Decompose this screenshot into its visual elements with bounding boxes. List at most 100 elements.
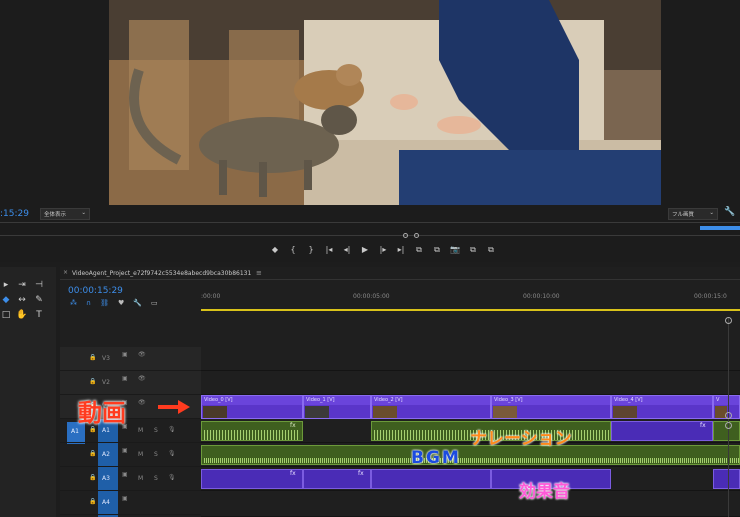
track-name: A2 — [102, 451, 110, 458]
annotation-video: 動画 — [78, 399, 126, 427]
microphone-icon[interactable]: 🎙 — [168, 474, 176, 481]
type-tool-icon[interactable]: T — [33, 309, 45, 321]
slip-tool-icon[interactable]: ↔ — [16, 294, 28, 306]
mute-button[interactable]: M — [138, 451, 143, 458]
clip-name: Video_1 [V] — [304, 396, 370, 405]
lift-button[interactable]: ⧉ — [412, 245, 426, 255]
go-to-in-button[interactable]: |◂ — [322, 245, 336, 255]
track-area-v2[interactable] — [201, 371, 740, 395]
wrench-icon[interactable]: 🔧 — [724, 207, 735, 217]
microphone-icon[interactable]: 🎙 — [168, 426, 176, 433]
sync-lock-icon[interactable]: ▣ — [122, 375, 128, 382]
sync-lock-icon[interactable]: ▣ — [122, 471, 128, 478]
selection-tool-icon[interactable]: ▸ — [0, 279, 12, 291]
scroll-handle-bottom[interactable] — [725, 422, 732, 429]
scrub-bar[interactable] — [0, 222, 740, 223]
track-header-a4[interactable]: 🔒 A4 ▣ — [60, 491, 201, 515]
eye-icon[interactable]: 👁 — [138, 351, 146, 358]
sync-lock-icon[interactable]: ▣ — [122, 351, 128, 358]
scroll-handle-mid[interactable] — [725, 412, 732, 419]
sync-lock-icon[interactable]: ▣ — [122, 447, 128, 454]
step-forward-button[interactable]: |▸ — [376, 245, 390, 255]
video-clip[interactable]: Video_2 [V] — [371, 395, 491, 419]
video-clip[interactable]: Video_1 [V] — [303, 395, 371, 419]
mark-out-button[interactable]: } — [304, 245, 318, 255]
add-marker-button[interactable]: ◆ — [268, 245, 282, 255]
fx-badge: fx — [290, 470, 296, 477]
eye-icon[interactable]: 👁 — [138, 399, 146, 406]
track-area-v1[interactable]: Video_0 [V] Video_1 [V] Video_2 [V] Vide… — [201, 395, 740, 419]
track-header-v2[interactable]: 🔒 V2 ▣ 👁 — [60, 371, 201, 395]
add-marker-icon[interactable]: ♥ — [118, 299, 124, 307]
track-name: A4 — [102, 499, 110, 506]
fit-dropdown[interactable]: 全体表示 ⌄ — [40, 208, 90, 220]
zoom-handle-right[interactable] — [414, 233, 419, 238]
time-ruler[interactable]: :00:00 00:00:05:00 00:00:10:00 00:00:15:… — [201, 287, 740, 311]
sfx-audio-clip[interactable]: fx — [201, 469, 303, 489]
sfx-audio-clip[interactable] — [371, 469, 491, 489]
track-area-a4[interactable] — [201, 491, 740, 517]
track-header-a2[interactable]: 🔒 A2 ▣ M S 🎙 — [60, 443, 201, 467]
playhead-timecode[interactable]: :15:29 — [0, 209, 29, 219]
scroll-handle-top[interactable] — [725, 317, 732, 324]
clip-name: Video_0 [V] — [202, 396, 302, 405]
lock-icon[interactable]: 🔒 — [89, 354, 96, 361]
go-to-out-button[interactable]: ▸| — [394, 245, 408, 255]
sfx-audio-clip[interactable]: fx — [303, 469, 371, 489]
video-clip[interactable]: Video_0 [V] — [201, 395, 303, 419]
fx-badge: fx — [700, 422, 706, 429]
playhead-marker[interactable] — [700, 226, 740, 230]
sequence-timecode[interactable]: 00:00:15:29 — [68, 286, 123, 296]
linked-selection-icon[interactable]: ⛓ — [100, 299, 109, 307]
captions-icon[interactable]: ▭ — [151, 299, 158, 307]
step-back-button[interactable]: ◂| — [340, 245, 354, 255]
track-area-v3[interactable] — [201, 347, 740, 371]
lock-icon[interactable]: 🔒 — [89, 378, 96, 385]
chevron-down-icon: ⌄ — [81, 210, 86, 216]
eye-icon[interactable]: 👁 — [138, 375, 146, 382]
hand-tool-icon[interactable]: ✋ — [16, 309, 28, 321]
solo-button[interactable]: S — [154, 475, 158, 482]
zoom-handle-left[interactable] — [403, 233, 408, 238]
mute-button[interactable]: M — [138, 475, 143, 482]
ripple-edit-icon[interactable]: ⊣ — [33, 279, 45, 291]
lock-icon[interactable]: 🔒 — [89, 450, 96, 457]
clip-thumbnail — [493, 406, 517, 418]
razor-tool-icon[interactable]: ◆ — [0, 294, 12, 306]
zoom-bar[interactable] — [0, 235, 740, 236]
sfx-audio-clip[interactable] — [713, 469, 740, 489]
nest-icon[interactable]: ⁂ — [70, 299, 77, 307]
export-frame-button[interactable]: 📷 — [448, 245, 462, 255]
close-icon[interactable]: × — [63, 269, 68, 276]
rectangle-tool-icon[interactable]: □ — [0, 309, 12, 321]
lock-icon[interactable]: 🔒 — [89, 474, 96, 481]
track-header-v3[interactable]: 🔒 V3 ▣ 👁 — [60, 347, 201, 371]
timeline-settings-icon[interactable]: 🔧 — [133, 299, 142, 307]
panel-menu-icon[interactable]: ≡ — [256, 269, 262, 277]
mark-in-button[interactable]: { — [286, 245, 300, 255]
compare-button[interactable]: ⧉ — [466, 245, 480, 255]
track-area-a3[interactable]: fx fx — [201, 467, 740, 491]
sequence-tab[interactable]: × VideoAgent_Project_e72f9742c5534e8abec… — [60, 267, 740, 280]
quality-dropdown[interactable]: フル画質 ⌄ — [668, 208, 718, 220]
solo-button[interactable]: S — [154, 451, 158, 458]
snap-icon[interactable]: ∩ — [86, 299, 91, 307]
track-select-icon[interactable]: ⇥ — [16, 279, 28, 291]
video-clip[interactable]: Video_4 [V] — [611, 395, 713, 419]
clip-name: V — [714, 396, 739, 405]
play-button[interactable]: ▶ — [358, 245, 372, 255]
extract-button[interactable]: ⧉ — [430, 245, 444, 255]
pen-tool-icon[interactable]: ✎ — [33, 294, 45, 306]
solo-button[interactable]: S — [154, 427, 158, 434]
vr-button[interactable]: ⧉ — [484, 245, 498, 255]
mute-button[interactable]: M — [138, 427, 143, 434]
audio-clip[interactable]: fx — [201, 421, 303, 441]
lock-icon[interactable]: 🔒 — [89, 498, 96, 505]
track-header-a3[interactable]: 🔒 A3 ▣ M S 🎙 — [60, 467, 201, 491]
sync-lock-icon[interactable]: ▣ — [122, 495, 128, 502]
microphone-icon[interactable]: 🎙 — [168, 450, 176, 457]
video-clip[interactable]: Video_3 [V] — [491, 395, 611, 419]
audio-clip[interactable]: fx — [611, 421, 713, 441]
annotation-sfx: 効果音 — [519, 482, 570, 502]
timeline-toolbar: ⁂ ∩ ⛓ ♥ 🔧 ▭ — [70, 299, 158, 307]
